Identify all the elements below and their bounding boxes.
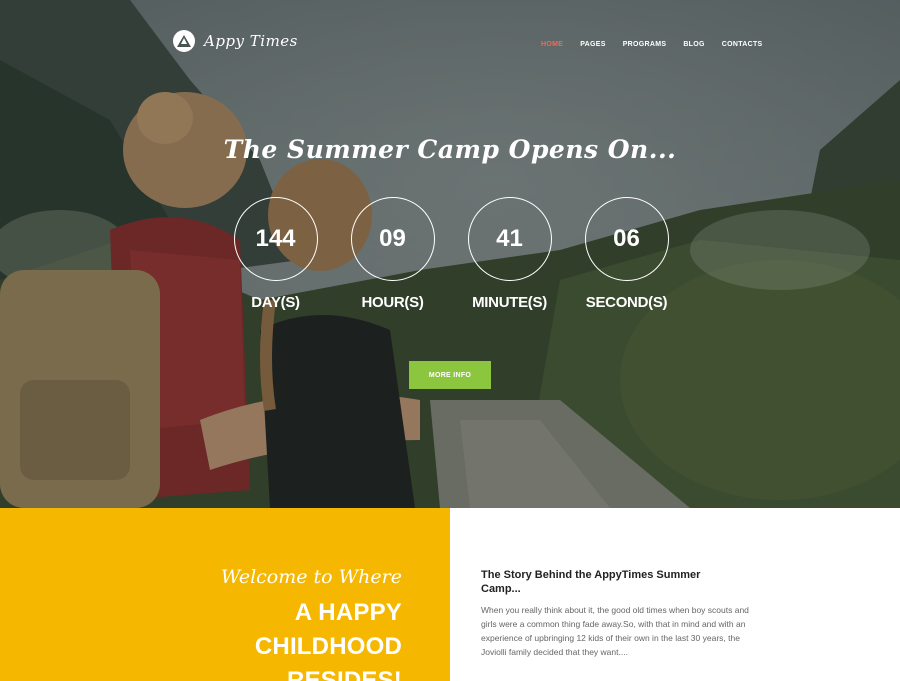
logo-mountain-icon bbox=[173, 30, 195, 52]
countdown-minutes-label: MINUTE(S) bbox=[472, 294, 547, 311]
nav-item-contacts[interactable]: CONTACTS bbox=[722, 41, 763, 48]
nav-item-pages[interactable]: PAGES bbox=[580, 41, 606, 48]
main-nav: HOME PAGES PROGRAMS BLOG CONTACTS bbox=[541, 41, 763, 48]
nav-item-programs[interactable]: PROGRAMS bbox=[623, 41, 667, 48]
more-info-button[interactable]: MORE INFO bbox=[409, 361, 491, 389]
countdown-hours-label: HOUR(S) bbox=[361, 294, 424, 311]
countdown-hours: 09 HOUR(S) bbox=[350, 197, 435, 311]
countdown-days: 144 DAY(S) bbox=[233, 197, 318, 311]
countdown-seconds-value: 06 bbox=[584, 197, 669, 281]
welcome-heading-line2: RESIDES! bbox=[287, 667, 402, 681]
hero-headline: The Summer Camp Opens On... bbox=[223, 135, 677, 164]
hero-section: Appy Times HOME PAGES PROGRAMS BLOG CONT… bbox=[0, 0, 900, 508]
welcome-script-line: Welcome to Where bbox=[220, 566, 402, 588]
countdown-days-label: DAY(S) bbox=[251, 294, 300, 311]
nav-item-home[interactable]: HOME bbox=[541, 41, 563, 48]
story-panel: The Story Behind the AppyTimes Summer Ca… bbox=[450, 508, 900, 681]
welcome-heading-line1: A HAPPY CHILDHOOD bbox=[254, 599, 402, 660]
nav-item-blog[interactable]: BLOG bbox=[683, 41, 704, 48]
countdown-seconds: 06 SECOND(S) bbox=[584, 197, 669, 311]
countdown-minutes-value: 41 bbox=[467, 197, 552, 281]
countdown-timer: 144 DAY(S) 09 HOUR(S) 41 MINUTE(S) 06 SE… bbox=[233, 197, 669, 311]
site-logo[interactable]: Appy Times bbox=[173, 30, 298, 52]
countdown-hours-value: 09 bbox=[350, 197, 435, 281]
welcome-heading: A HAPPY CHILDHOOD RESIDES! bbox=[142, 596, 402, 681]
brand-name: Appy Times bbox=[204, 32, 298, 50]
countdown-seconds-label: SECOND(S) bbox=[585, 294, 668, 311]
countdown-days-value: 144 bbox=[233, 197, 318, 281]
story-title: The Story Behind the AppyTimes Summer Ca… bbox=[481, 569, 701, 595]
welcome-panel: Welcome to Where A HAPPY CHILDHOOD RESID… bbox=[0, 508, 450, 681]
countdown-minutes: 41 MINUTE(S) bbox=[467, 197, 552, 311]
story-body: When you really think about it, the good… bbox=[481, 605, 749, 657]
